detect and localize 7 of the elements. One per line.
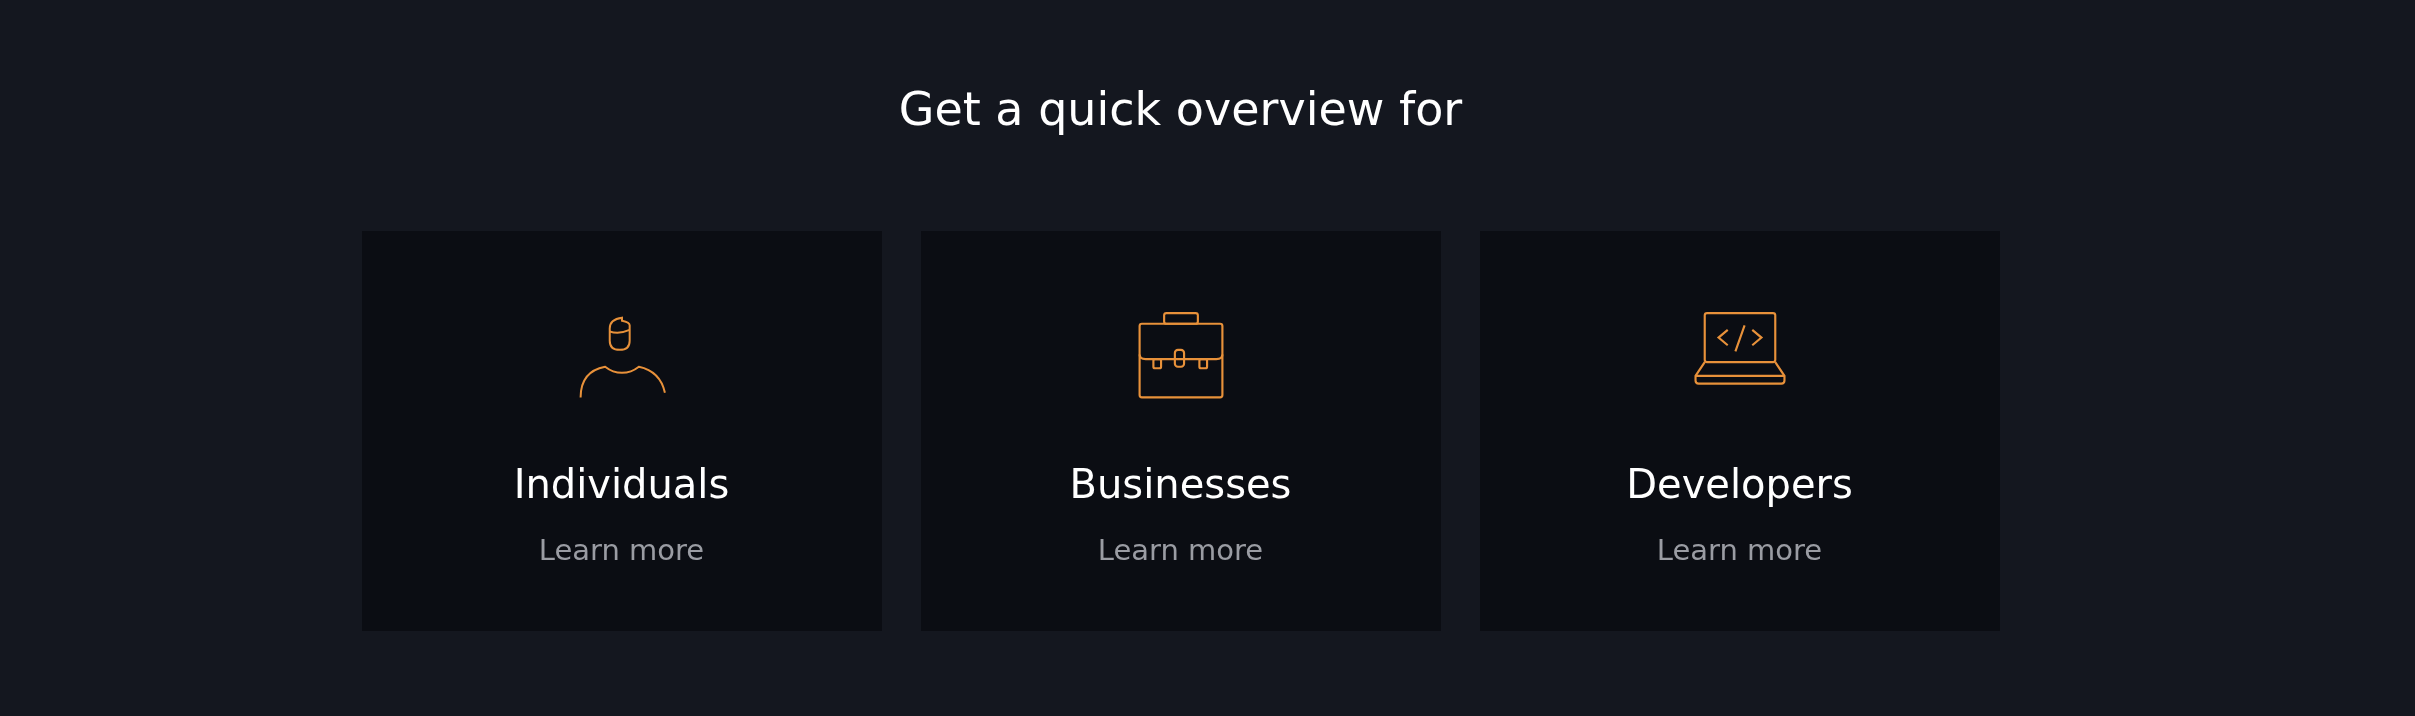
card-title: Businesses xyxy=(1069,460,1292,509)
learn-more-link[interactable]: Learn more xyxy=(1656,531,1823,569)
section-heading: Get a quick overview for xyxy=(898,81,1463,138)
learn-more-link[interactable]: Learn more xyxy=(538,531,705,569)
learn-more-link[interactable]: Learn more xyxy=(1097,531,1264,569)
card-title: Individuals xyxy=(513,460,730,509)
card-title: Developers xyxy=(1626,460,1853,509)
